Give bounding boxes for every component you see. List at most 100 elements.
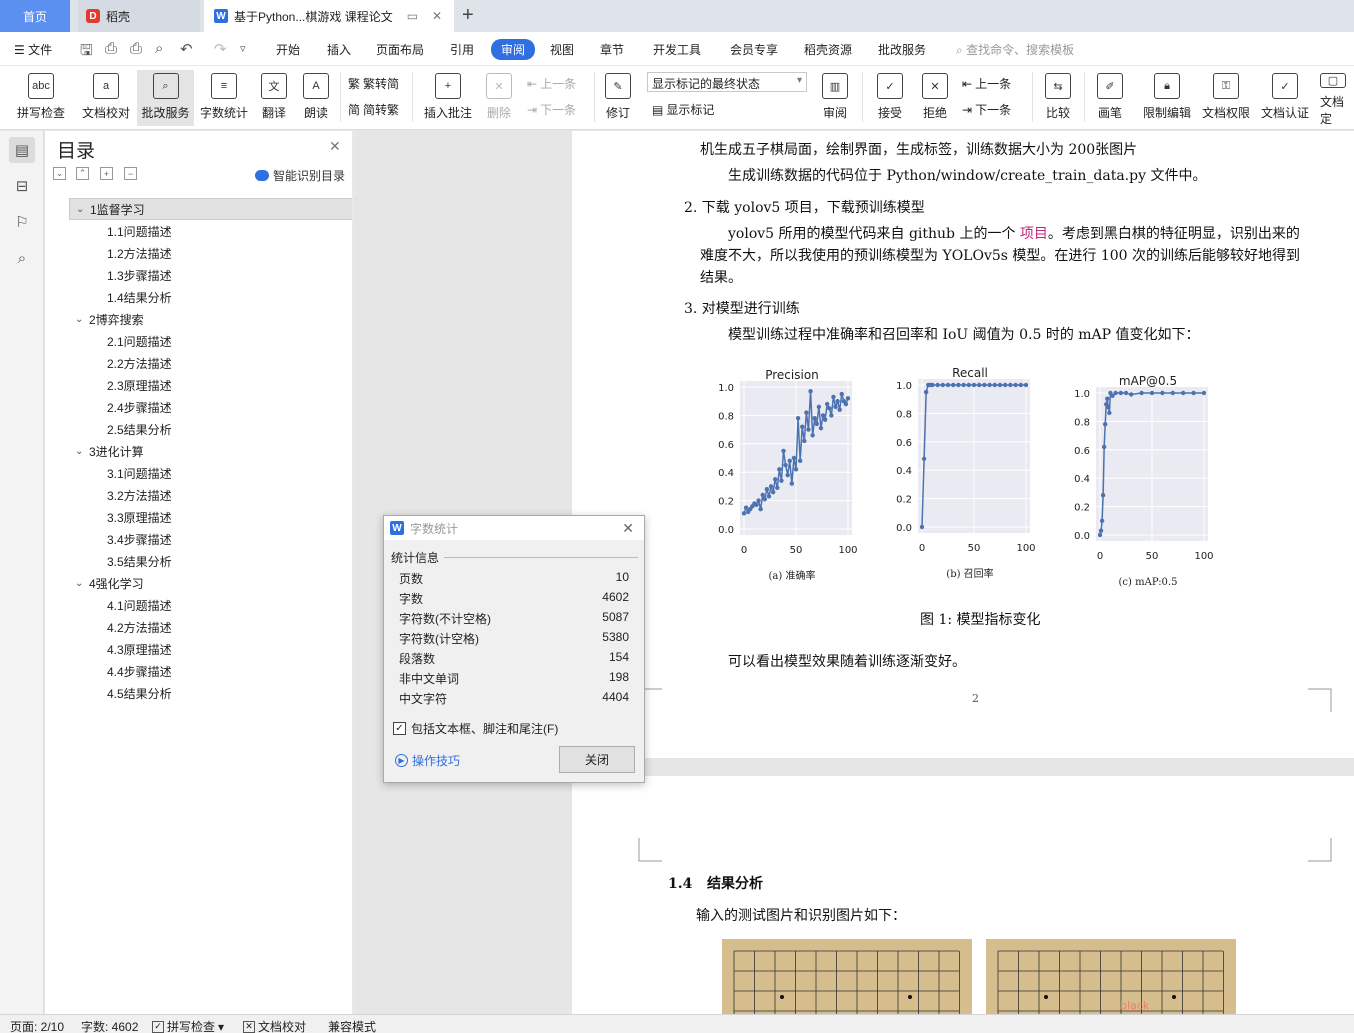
review-button[interactable]: ▥ 审阅 [815,70,855,126]
close-button[interactable]: 关闭 [559,746,635,773]
toc-subheading[interactable]: 1.1问题描述 [53,220,353,242]
next-change-button[interactable]: ⇥ 下一条 [962,101,1011,118]
menu-item[interactable]: 审阅 [491,39,536,60]
save-icon[interactable]: 🖫 [80,40,93,65]
toc-subheading[interactable]: 1.3步骤描述 [53,264,353,286]
menu-item[interactable]: 引用 [450,41,474,58]
delete-comment-button[interactable]: ✕ 删除 [480,70,518,126]
chevron-down-icon[interactable]: ⌄ [75,578,85,589]
restrict-edit-button[interactable]: 🔒︎ 限制编辑 [1140,70,1194,126]
toc-subheading[interactable]: 3.1问题描述 [53,462,353,484]
doc-link[interactable]: 项目 [1020,226,1048,242]
doc-check-button[interactable]: a 文档校对 [78,70,134,126]
trad-to-simp-button[interactable]: 繁繁转简 [348,75,399,92]
toc-subheading[interactable]: 1.4结果分析 [53,286,353,308]
chevron-down-icon[interactable]: ⌄ [75,446,85,457]
toc-subheading[interactable]: 2.3原理描述 [53,374,353,396]
undo-icon[interactable]: ↶ [180,40,193,58]
toc-subheading[interactable]: 4.5结果分析 [53,682,353,704]
chevron-down-icon[interactable]: ⌄ [76,204,86,215]
export-pdf-icon[interactable]: ⎙ [105,40,117,57]
menu-item[interactable]: 会员专享 [730,41,778,58]
checkbox-checked-icon[interactable]: ✓ [393,722,406,735]
prev-comment-button[interactable]: ⇤ 上一条 [527,75,576,92]
toc-subheading[interactable]: 2.1问题描述 [53,330,353,352]
prev-change-button[interactable]: ⇤ 上一条 [962,75,1011,92]
compare-button[interactable]: ⇆ 比较 [1038,70,1078,126]
toc-subheading[interactable]: 4.1问题描述 [53,594,353,616]
reject-button[interactable]: ✕ 拒绝 [915,70,955,126]
doc-rights-button[interactable]: ⚿ 文档权限 [1199,70,1253,126]
add-heading-icon[interactable]: + [100,167,113,180]
toc-subheading[interactable]: 3.5结果分析 [53,550,353,572]
search-icon[interactable]: ⌕ [9,245,35,271]
doc-cert-button[interactable]: ✓ 文档认证 [1258,70,1312,126]
toc-heading[interactable]: ⌄ 4强化学习 [53,572,353,594]
toc-subheading[interactable]: 2.5结果分析 [53,418,353,440]
simp-to-trad-button[interactable]: 简简转繁 [348,101,399,118]
word-count-indicator[interactable]: 字数: 4602 [81,1018,138,1033]
file-menu[interactable]: ☰ 文件 [14,41,52,58]
toc-subheading[interactable]: 2.2方法描述 [53,352,353,374]
pen-button[interactable]: ✐ 画笔 [1090,70,1130,126]
expand-all-icon[interactable]: ⌃ [76,167,89,180]
toc-subheading[interactable]: 2.4步骤描述 [53,396,353,418]
close-tab-icon[interactable]: ✕ [432,9,442,23]
accept-button[interactable]: ✓ 接受 [870,70,910,126]
print-icon[interactable]: ⎙ [130,40,142,57]
menu-item[interactable]: 插入 [327,41,351,58]
collapse-all-icon[interactable]: ⌄ [53,167,66,180]
toc-subheading[interactable]: 3.4步骤描述 [53,528,353,550]
toc-subheading[interactable]: 4.4步骤描述 [53,660,353,682]
minimize-tab-icon[interactable]: ▭ [407,9,418,23]
close-icon[interactable]: ✕ [622,520,634,537]
toc-heading[interactable]: ⌄ 3进化计算 [53,440,353,462]
toc-heading[interactable]: ⌄ 1监督学习 [69,198,357,220]
chevron-down-icon[interactable]: ⌄ [75,314,85,325]
bookmark-icon[interactable]: ⚐ [9,209,35,235]
menu-item[interactable]: 开发工具 [653,41,701,58]
menu-item[interactable]: 视图 [550,41,574,58]
correct-service-button[interactable]: ⌕ 批改服务 [137,70,194,126]
read-aloud-button[interactable]: A 朗读 [298,70,334,126]
menu-item[interactable]: 稻壳资源 [804,41,852,58]
tab-home[interactable]: 首页 [0,0,70,32]
word-count-button[interactable]: ≡ 字数统计 [197,70,251,126]
toc-heading[interactable]: ⌄ 2博弈搜索 [53,308,353,330]
insert-comment-button[interactable]: + 插入批注 [420,70,476,126]
toc-pane-icon[interactable]: ▤ [9,137,35,163]
next-comment-button[interactable]: ⇥ 下一条 [527,101,576,118]
page-indicator[interactable]: 页面: 2/10 [10,1018,64,1033]
toc-subheading[interactable]: 3.2方法描述 [53,484,353,506]
include-textboxes-checkbox[interactable]: ✓ 包括文本框、脚注和尾注(F) [393,720,558,737]
spellcheck-button[interactable]: abc 拼写检查 [10,70,72,126]
tips-link[interactable]: ▶ 操作技巧 [395,752,460,769]
toc-scrollbar[interactable] [352,131,355,1014]
toc-subheading[interactable]: 3.3原理描述 [53,506,353,528]
translate-button[interactable]: 文翻译 [256,70,292,126]
revise-button[interactable]: ✎ 修订 [600,70,636,126]
toc-subheading[interactable]: 4.2方法描述 [53,616,353,638]
customize-quick-access-icon[interactable]: ▿ [240,42,246,55]
markup-state-select[interactable]: 显示标记的最终状态 [647,72,807,92]
menu-item[interactable]: 页面布局 [376,41,424,58]
dialog-titlebar[interactable]: W 字数统计 [384,516,644,540]
doc-final-button[interactable]: ▢ 文档定 [1320,70,1354,126]
menu-item[interactable]: 开始 [276,41,300,58]
spellcheck-toggle[interactable]: ✓ 拼写检查 ▾ [152,1018,224,1033]
tab-document[interactable]: W 基于Python...棋游戏 课程论文 ▭ ✕ [204,0,454,32]
print-preview-icon[interactable]: ⌕ [155,40,163,57]
show-marks-button[interactable]: ▤ 显示标记 [652,101,714,118]
new-tab-button[interactable]: + [462,4,474,27]
remove-heading-icon[interactable]: − [124,167,137,180]
menu-item[interactable]: 批改服务 [878,41,926,58]
close-icon[interactable]: ✕ [329,138,341,155]
redo-icon[interactable]: ↷ [214,40,227,58]
menu-item[interactable]: 章节 [600,41,624,58]
smart-toc-button[interactable]: 智能识别目录 [255,167,345,184]
proof-toggle[interactable]: ✕ 文档校对 [243,1018,306,1033]
toc-subheading[interactable]: 1.2方法描述 [53,242,353,264]
command-search[interactable]: ⌕ 查找命令、搜索模板 [956,41,1074,58]
chapter-nav-icon[interactable]: ⊟ [9,173,35,199]
tab-daoke[interactable]: D 稻壳 [78,0,200,32]
